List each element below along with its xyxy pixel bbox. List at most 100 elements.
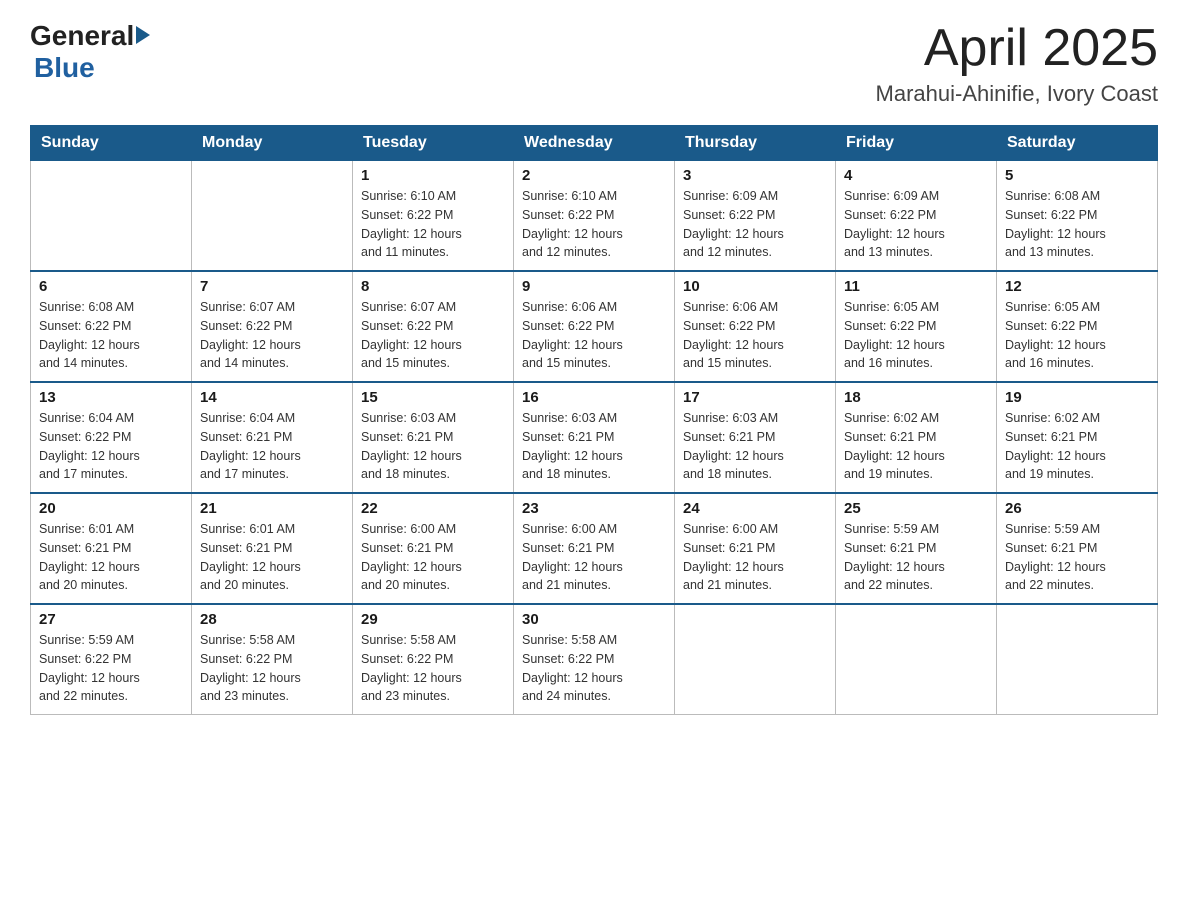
calendar-cell: 12Sunrise: 6:05 AM Sunset: 6:22 PM Dayli… (997, 271, 1158, 382)
logo-general: General (30, 20, 134, 52)
day-number: 29 (361, 611, 505, 628)
calendar-cell: 23 Sunrise: 6:00 AM Sunset: 6:21 PM Dayli… (514, 493, 675, 604)
calendar-cell: 22 Sunrise: 6:00 AM Sunset: 6:21 PM Dayli… (353, 493, 514, 604)
calendar-cell: 3 Sunrise: 6:09 AM Sunset: 6:22 PM Daylig… (675, 161, 836, 272)
calendar-cell: 29 Sunrise: 5:58 AM Sunset: 6:22 PM Dayli… (353, 604, 514, 715)
day-number: 15 (361, 389, 505, 406)
calendar-cell: 18Sunrise: 6:02 AM Sunset: 6:21 PM Dayli… (836, 382, 997, 493)
calendar-cell: 16 Sunrise: 6:03 AM Sunset: 6:21 PM Dayli… (514, 382, 675, 493)
calendar-week-row: 27Sunrise: 5:59 AM Sunset: 6:22 PM Dayli… (31, 604, 1158, 715)
calendar-cell (836, 604, 997, 715)
day-number: 2 (522, 167, 666, 184)
day-info: Sunrise: 6:04 AM Sunset: 6:22 PM Dayligh… (39, 409, 183, 484)
calendar-cell: 2 Sunrise: 6:10 AM Sunset: 6:22 PM Daylig… (514, 161, 675, 272)
weekday-header-saturday: Saturday (997, 126, 1158, 161)
day-number: 18 (844, 389, 988, 406)
weekday-header-thursday: Thursday (675, 126, 836, 161)
day-number: 13 (39, 389, 183, 406)
day-info: Sunrise: 6:06 AM Sunset: 6:22 PM Dayligh… (683, 298, 827, 373)
day-number: 3 (683, 167, 827, 184)
calendar-cell: 13 Sunrise: 6:04 AM Sunset: 6:22 PM Dayli… (31, 382, 192, 493)
calendar-cell: 30Sunrise: 5:58 AM Sunset: 6:22 PM Dayli… (514, 604, 675, 715)
day-info: Sunrise: 6:01 AM Sunset: 6:21 PM Dayligh… (200, 520, 344, 595)
calendar-cell: 4 Sunrise: 6:09 AM Sunset: 6:22 PM Daylig… (836, 161, 997, 272)
day-number: 12 (1005, 278, 1149, 295)
weekday-header-wednesday: Wednesday (514, 126, 675, 161)
day-info: Sunrise: 6:03 AM Sunset: 6:21 PM Dayligh… (683, 409, 827, 484)
calendar-cell: 8 Sunrise: 6:07 AM Sunset: 6:22 PM Daylig… (353, 271, 514, 382)
day-info: Sunrise: 6:00 AM Sunset: 6:21 PM Dayligh… (522, 520, 666, 595)
day-info: Sunrise: 6:09 AM Sunset: 6:22 PM Dayligh… (683, 187, 827, 262)
calendar-cell (192, 161, 353, 272)
day-number: 11 (844, 278, 988, 295)
calendar-cell: 5Sunrise: 6:08 AM Sunset: 6:22 PM Daylig… (997, 161, 1158, 272)
calendar-cell: 26 Sunrise: 5:59 AM Sunset: 6:21 PM Dayli… (997, 493, 1158, 604)
calendar-cell: 20 Sunrise: 6:01 AM Sunset: 6:21 PM Dayli… (31, 493, 192, 604)
calendar-week-row: 6Sunrise: 6:08 AM Sunset: 6:22 PM Daylig… (31, 271, 1158, 382)
day-number: 7 (200, 278, 344, 295)
day-number: 1 (361, 167, 505, 184)
calendar-cell: 24Sunrise: 6:00 AM Sunset: 6:21 PM Dayli… (675, 493, 836, 604)
calendar-cell: 27Sunrise: 5:59 AM Sunset: 6:22 PM Dayli… (31, 604, 192, 715)
day-number: 26 (1005, 500, 1149, 517)
calendar-cell: 14Sunrise: 6:04 AM Sunset: 6:21 PM Dayli… (192, 382, 353, 493)
page-header: General Blue April 2025 Marahui-Ahinifie… (30, 20, 1158, 107)
day-number: 9 (522, 278, 666, 295)
weekday-header-friday: Friday (836, 126, 997, 161)
weekday-header-sunday: Sunday (31, 126, 192, 161)
day-number: 28 (200, 611, 344, 628)
calendar-table: SundayMondayTuesdayWednesdayThursdayFrid… (30, 125, 1158, 715)
calendar-cell: 6Sunrise: 6:08 AM Sunset: 6:22 PM Daylig… (31, 271, 192, 382)
day-number: 25 (844, 500, 988, 517)
calendar-week-row: 20 Sunrise: 6:01 AM Sunset: 6:21 PM Dayli… (31, 493, 1158, 604)
calendar-cell: 1 Sunrise: 6:10 AM Sunset: 6:22 PM Daylig… (353, 161, 514, 272)
day-number: 8 (361, 278, 505, 295)
day-info: Sunrise: 6:00 AM Sunset: 6:21 PM Dayligh… (683, 520, 827, 595)
day-number: 4 (844, 167, 988, 184)
calendar-cell: 11 Sunrise: 6:05 AM Sunset: 6:22 PM Dayli… (836, 271, 997, 382)
calendar-cell: 7Sunrise: 6:07 AM Sunset: 6:22 PM Daylig… (192, 271, 353, 382)
day-number: 14 (200, 389, 344, 406)
day-number: 19 (1005, 389, 1149, 406)
calendar-header-row: SundayMondayTuesdayWednesdayThursdayFrid… (31, 126, 1158, 161)
day-number: 10 (683, 278, 827, 295)
calendar-week-row: 1 Sunrise: 6:10 AM Sunset: 6:22 PM Daylig… (31, 161, 1158, 272)
day-info: Sunrise: 6:07 AM Sunset: 6:22 PM Dayligh… (361, 298, 505, 373)
day-info: Sunrise: 5:59 AM Sunset: 6:21 PM Dayligh… (1005, 520, 1149, 595)
day-number: 16 (522, 389, 666, 406)
calendar-cell: 15 Sunrise: 6:03 AM Sunset: 6:21 PM Dayli… (353, 382, 514, 493)
calendar-cell (675, 604, 836, 715)
weekday-header-tuesday: Tuesday (353, 126, 514, 161)
calendar-week-row: 13 Sunrise: 6:04 AM Sunset: 6:22 PM Dayli… (31, 382, 1158, 493)
day-info: Sunrise: 6:09 AM Sunset: 6:22 PM Dayligh… (844, 187, 988, 262)
day-info: Sunrise: 6:03 AM Sunset: 6:21 PM Dayligh… (522, 409, 666, 484)
title-block: April 2025 Marahui-Ahinifie, Ivory Coast (876, 20, 1158, 107)
day-info: Sunrise: 6:08 AM Sunset: 6:22 PM Dayligh… (39, 298, 183, 373)
day-info: Sunrise: 6:00 AM Sunset: 6:21 PM Dayligh… (361, 520, 505, 595)
day-info: Sunrise: 6:03 AM Sunset: 6:21 PM Dayligh… (361, 409, 505, 484)
day-info: Sunrise: 5:59 AM Sunset: 6:22 PM Dayligh… (39, 631, 183, 706)
day-info: Sunrise: 6:10 AM Sunset: 6:22 PM Dayligh… (522, 187, 666, 262)
calendar-cell: 17 Sunrise: 6:03 AM Sunset: 6:21 PM Dayli… (675, 382, 836, 493)
day-number: 20 (39, 500, 183, 517)
day-info: Sunrise: 6:05 AM Sunset: 6:22 PM Dayligh… (844, 298, 988, 373)
day-info: Sunrise: 5:58 AM Sunset: 6:22 PM Dayligh… (522, 631, 666, 706)
page-subtitle: Marahui-Ahinifie, Ivory Coast (876, 81, 1158, 107)
day-info: Sunrise: 6:06 AM Sunset: 6:22 PM Dayligh… (522, 298, 666, 373)
calendar-cell: 21 Sunrise: 6:01 AM Sunset: 6:21 PM Dayli… (192, 493, 353, 604)
logo: General Blue (30, 20, 150, 84)
day-number: 17 (683, 389, 827, 406)
day-info: Sunrise: 5:58 AM Sunset: 6:22 PM Dayligh… (361, 631, 505, 706)
day-info: Sunrise: 6:01 AM Sunset: 6:21 PM Dayligh… (39, 520, 183, 595)
calendar-cell: 25 Sunrise: 5:59 AM Sunset: 6:21 PM Dayli… (836, 493, 997, 604)
day-info: Sunrise: 5:58 AM Sunset: 6:22 PM Dayligh… (200, 631, 344, 706)
day-info: Sunrise: 6:10 AM Sunset: 6:22 PM Dayligh… (361, 187, 505, 262)
logo-blue: Blue (34, 52, 95, 84)
day-number: 23 (522, 500, 666, 517)
calendar-cell (31, 161, 192, 272)
calendar-cell: 10 Sunrise: 6:06 AM Sunset: 6:22 PM Dayli… (675, 271, 836, 382)
day-number: 22 (361, 500, 505, 517)
day-number: 21 (200, 500, 344, 517)
day-info: Sunrise: 5:59 AM Sunset: 6:21 PM Dayligh… (844, 520, 988, 595)
weekday-header-monday: Monday (192, 126, 353, 161)
